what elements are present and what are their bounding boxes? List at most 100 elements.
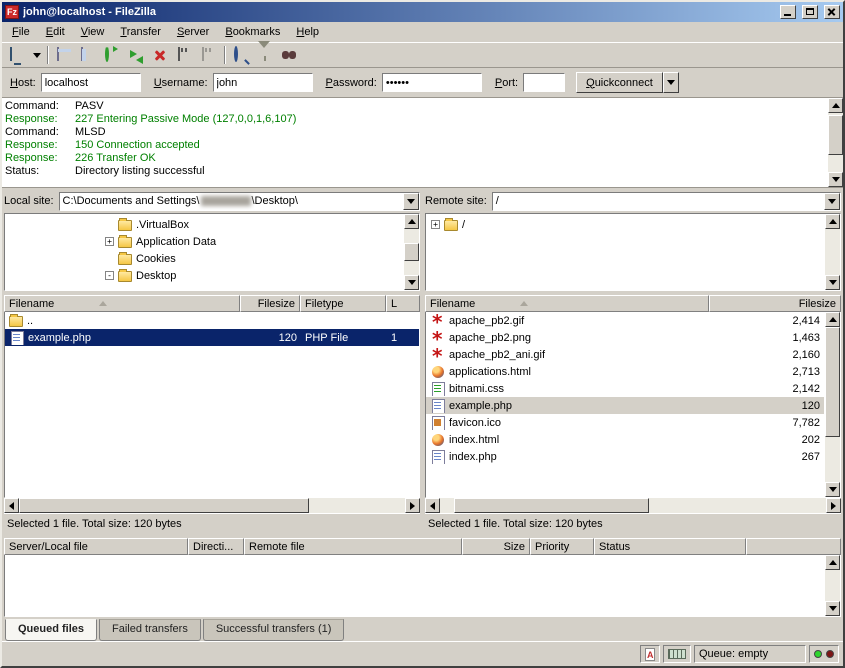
quickconnect-dropdown-button[interactable]: [663, 72, 679, 93]
directory-comparison-button[interactable]: [230, 44, 253, 66]
scroll-up-button[interactable]: [404, 214, 419, 229]
find-files-button[interactable]: [278, 44, 301, 66]
menu-server[interactable]: Server: [169, 23, 217, 41]
transfer-type-indicator[interactable]: [640, 645, 660, 663]
menu-transfer[interactable]: Transfer: [112, 23, 169, 41]
local-list-body: .. example.php 120 PHP File 1: [4, 312, 420, 498]
column-header-server-local-file[interactable]: Server/Local file: [4, 538, 188, 555]
scroll-right-button[interactable]: [826, 498, 841, 513]
table-row[interactable]: bitnami.css2,142: [426, 380, 824, 397]
scroll-left-button[interactable]: [4, 498, 19, 513]
scroll-up-button[interactable]: [828, 98, 843, 113]
menu-view[interactable]: View: [73, 23, 113, 41]
table-row[interactable]: apache_pb2.png1,463: [426, 329, 824, 346]
password-input[interactable]: [382, 73, 482, 92]
table-row[interactable]: ..: [5, 312, 419, 329]
disconnect-button[interactable]: [173, 44, 196, 66]
titlebar[interactable]: Fz john@localhost - FileZilla: [2, 2, 843, 22]
reconnect-button[interactable]: [197, 44, 220, 66]
column-header-status[interactable]: Status: [594, 538, 746, 555]
scroll-down-button[interactable]: [825, 482, 840, 497]
expand-icon[interactable]: +: [431, 220, 440, 229]
menu-file[interactable]: File: [4, 23, 38, 41]
scroll-down-button[interactable]: [404, 275, 419, 290]
scroll-right-button[interactable]: [405, 498, 420, 513]
host-input[interactable]: [41, 73, 141, 92]
scroll-down-button[interactable]: [825, 275, 840, 290]
table-row[interactable]: apache_pb2_ani.gif2,160: [426, 346, 824, 363]
remote-site-combo[interactable]: /: [492, 192, 841, 211]
column-header-priority[interactable]: Priority: [530, 538, 594, 555]
cancel-button[interactable]: [149, 44, 172, 66]
local-site-combo[interactable]: C:\Documents and Settings\\Desktop\: [59, 192, 420, 211]
table-row[interactable]: index.html202: [426, 431, 824, 448]
table-row-selected[interactable]: example.php 120 PHP File 1: [5, 329, 419, 346]
close-button[interactable]: [824, 5, 840, 19]
site-manager-button[interactable]: [6, 44, 29, 66]
maximize-button[interactable]: [802, 5, 818, 19]
column-header-last-modified[interactable]: L: [386, 295, 420, 312]
toggle-log-button[interactable]: [53, 44, 76, 66]
table-row[interactable]: index.php267: [426, 448, 824, 465]
local-list-hscrollbar[interactable]: [4, 498, 420, 513]
remote-list-hscrollbar[interactable]: [425, 498, 841, 513]
column-header-filetype[interactable]: Filetype: [300, 295, 386, 312]
column-header-filesize[interactable]: Filesize: [709, 295, 841, 312]
column-header-filename[interactable]: Filename: [425, 295, 709, 312]
queue-scrollbar[interactable]: [825, 555, 840, 616]
column-header-size[interactable]: Size: [462, 538, 530, 555]
local-tree-scrollbar[interactable]: [404, 214, 419, 290]
expand-icon[interactable]: +: [105, 237, 114, 246]
scroll-up-button[interactable]: [825, 555, 840, 570]
tree-item[interactable]: Cookies: [7, 250, 403, 267]
scroll-up-button[interactable]: [825, 312, 840, 327]
scroll-thumb[interactable]: [404, 243, 419, 261]
column-header-remote-file[interactable]: Remote file: [244, 538, 462, 555]
menu-help[interactable]: Help: [288, 23, 327, 41]
scroll-down-button[interactable]: [825, 601, 840, 616]
scroll-left-button[interactable]: [425, 498, 440, 513]
column-header-direction[interactable]: Directi...: [188, 538, 244, 555]
tab-queued-files[interactable]: Queued files: [5, 619, 97, 641]
table-row[interactable]: favicon.ico7,782: [426, 414, 824, 431]
quickconnect-button[interactable]: Quickconnect: [576, 72, 663, 93]
scroll-thumb[interactable]: [825, 327, 840, 437]
scroll-up-button[interactable]: [825, 214, 840, 229]
tree-item[interactable]: +Application Data: [7, 233, 403, 250]
tree-item[interactable]: .VirtualBox: [7, 216, 403, 233]
column-header-filesize[interactable]: Filesize: [240, 295, 300, 312]
process-queue-button[interactable]: [125, 44, 148, 66]
column-header-filename[interactable]: Filename: [4, 295, 240, 312]
port-input[interactable]: [523, 73, 565, 92]
table-row[interactable]: apache_pb2.gif2,414: [426, 312, 824, 329]
input-indicator[interactable]: [663, 645, 691, 663]
scroll-thumb[interactable]: [828, 115, 843, 155]
queue-body[interactable]: [4, 555, 841, 617]
local-site-dropdown-button[interactable]: [403, 193, 419, 210]
refresh-button[interactable]: [101, 44, 124, 66]
tab-successful-transfers[interactable]: Successful transfers (1): [203, 619, 345, 641]
filter-button[interactable]: [254, 44, 277, 66]
remote-site-dropdown-button[interactable]: [824, 193, 840, 210]
collapse-icon[interactable]: -: [105, 271, 114, 280]
local-status-text: Selected 1 file. Total size: 120 bytes: [4, 513, 420, 533]
tab-failed-transfers[interactable]: Failed transfers: [99, 619, 201, 641]
remote-list-scrollbar[interactable]: [825, 312, 840, 497]
tree-item[interactable]: +/: [428, 216, 824, 233]
minimize-button[interactable]: [780, 5, 796, 19]
tree-item[interactable]: -Desktop: [7, 267, 403, 284]
scroll-thumb[interactable]: [19, 498, 309, 513]
toggle-tree-button[interactable]: [77, 44, 100, 66]
remote-file-list: Filename Filesize apache_pb2.gif2,414 ap…: [425, 295, 841, 513]
remote-tree-scrollbar[interactable]: [825, 214, 840, 290]
site-manager-dropdown-button[interactable]: [30, 44, 43, 66]
table-row-selected[interactable]: example.php120: [426, 397, 824, 414]
toolbar: [2, 42, 843, 68]
log-scrollbar[interactable]: [828, 98, 843, 187]
scroll-thumb[interactable]: [454, 498, 649, 513]
menu-edit[interactable]: Edit: [38, 23, 73, 41]
table-row[interactable]: applications.html2,713: [426, 363, 824, 380]
menu-bookmarks[interactable]: Bookmarks: [217, 23, 288, 41]
username-input[interactable]: [213, 73, 313, 92]
scroll-down-button[interactable]: [828, 172, 843, 187]
